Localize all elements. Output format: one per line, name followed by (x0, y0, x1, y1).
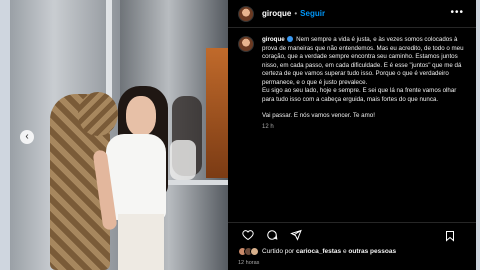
header-separator: • (294, 9, 298, 18)
man-hood (78, 92, 118, 136)
likes-others[interactable]: outras pessoas (348, 248, 396, 255)
verified-badge-icon (287, 36, 294, 42)
browser-window: ‹ giroque • Seguir ••• giroque Nem sempr… (0, 0, 480, 270)
header-username[interactable]: giroque (262, 9, 291, 18)
likes-mid: e (342, 248, 347, 255)
post-side-panel: giroque • Seguir ••• giroque Nem sempre … (228, 0, 476, 270)
likes-summary[interactable]: Curtido por carioca_festas e outras pess… (238, 247, 396, 256)
elevator-door (206, 48, 228, 178)
post-photo[interactable]: ‹ (10, 0, 228, 270)
follow-button[interactable]: Seguir (300, 9, 325, 18)
instagram-post: ‹ giroque • Seguir ••• giroque Nem sempr… (10, 0, 476, 270)
elevator-rail (166, 180, 228, 185)
previous-photo-button[interactable]: ‹ (20, 130, 34, 144)
ellipsis-icon[interactable]: ••• (450, 7, 464, 18)
heart-icon[interactable] (238, 227, 258, 243)
caption-paragraph-2: Eu sigo ao seu lado, hoje e sempre. E se… (262, 87, 457, 103)
action-bar (228, 222, 476, 246)
bookmark-icon[interactable] (440, 228, 460, 244)
woman-face (126, 96, 156, 136)
mirror-reflection-top (170, 140, 196, 180)
woman-top (106, 134, 166, 220)
likes-user[interactable]: carioca_festas (296, 248, 341, 255)
posted-ago: 12 horas (238, 260, 260, 266)
liker-avatar (250, 247, 259, 256)
post-header: giroque • Seguir ••• (228, 0, 476, 28)
caption-username[interactable]: giroque (262, 36, 285, 43)
caption-time: 12 h (262, 123, 274, 130)
avatar[interactable] (238, 5, 254, 22)
woman-pants (118, 214, 164, 270)
caption-avatar[interactable] (238, 36, 254, 52)
share-icon[interactable] (286, 227, 306, 243)
likes-prefix: Curtido por (262, 248, 295, 255)
caption-paragraph-3: Vai passar. E nós vamos vencer. Te amo! (262, 112, 375, 119)
caption-paragraph-1: Nem sempre a vida é justa, e às vezes so… (262, 36, 464, 86)
comment-icon[interactable] (262, 227, 282, 243)
post-caption: giroque Nem sempre a vida é justa, e às … (238, 36, 470, 130)
